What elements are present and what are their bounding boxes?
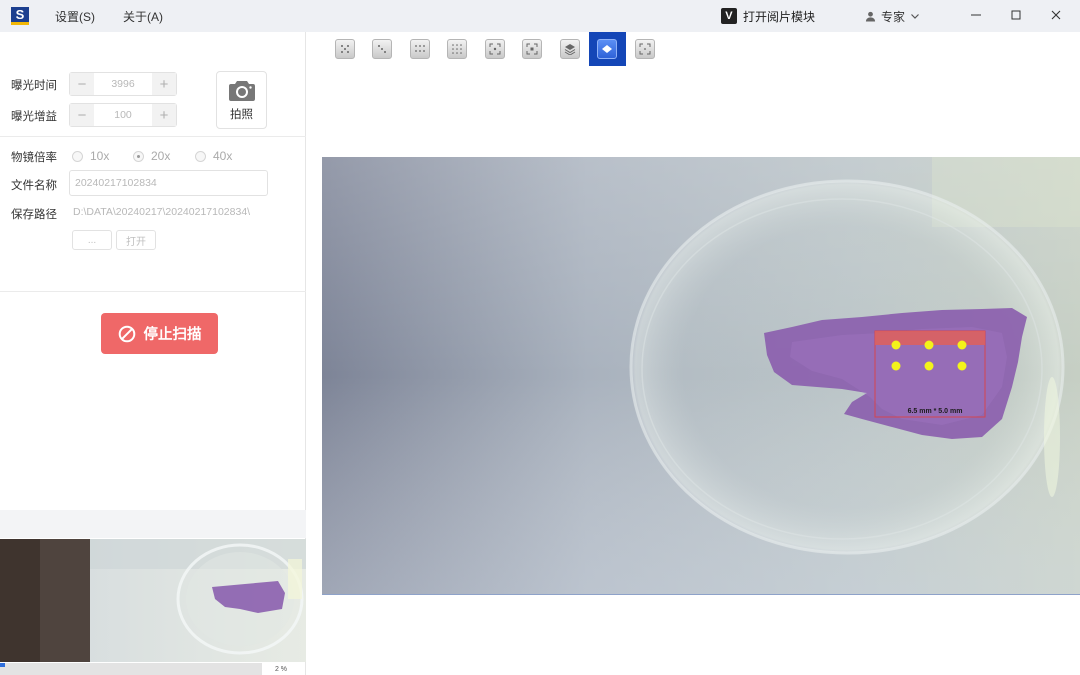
radio-indicator-selected[interactable] bbox=[133, 150, 144, 162]
scan-2x2-icon bbox=[372, 39, 393, 59]
exposure-time-label: 曝光时间 bbox=[11, 80, 57, 92]
exposure-time-increment[interactable]: + bbox=[152, 73, 176, 95]
objective-option-label: 40x bbox=[213, 149, 233, 163]
open-reader-button[interactable]: V 打开阅片模块 bbox=[720, 8, 815, 25]
center-focus-icon bbox=[634, 39, 655, 59]
focus-point bbox=[924, 340, 934, 350]
focus-point bbox=[924, 361, 934, 371]
scan-progress-text: 2 % bbox=[274, 665, 288, 673]
layers-icon bbox=[559, 39, 580, 59]
close-icon bbox=[1051, 10, 1061, 20]
tool-scan-grid[interactable] bbox=[439, 32, 477, 66]
focus-point bbox=[957, 361, 967, 371]
section-divider bbox=[0, 136, 306, 137]
scan-grid-icon bbox=[447, 39, 468, 59]
open-folder-button[interactable]: 打开 bbox=[116, 230, 156, 250]
single-layer-icon bbox=[597, 39, 618, 59]
stop-icon bbox=[118, 325, 135, 342]
filename-input[interactable]: 20240217102834 bbox=[69, 170, 268, 196]
minimize-button[interactable] bbox=[956, 9, 996, 23]
slide-preview[interactable]: 6.5 mm * 5.0 mm bbox=[322, 157, 1080, 595]
slide-overview bbox=[0, 539, 306, 662]
section-divider bbox=[0, 291, 306, 292]
save-path-value: D:\DATA\20240217\20240217102834\ bbox=[73, 206, 251, 218]
tool-focus-frame[interactable] bbox=[514, 32, 552, 66]
take-photo-button[interactable]: 拍照 bbox=[216, 71, 267, 129]
tool-center-focus[interactable] bbox=[626, 32, 664, 66]
maximize-button[interactable] bbox=[996, 9, 1036, 23]
focus-point bbox=[891, 361, 901, 371]
tool-single-layer[interactable] bbox=[588, 32, 626, 66]
close-button[interactable] bbox=[1036, 9, 1076, 23]
title-bar: S 设置(S) 关于(A) V 打开阅片模块 专家 bbox=[0, 0, 1080, 32]
menu-settings[interactable]: 设置(S) bbox=[55, 8, 95, 25]
scan-progress-fill bbox=[0, 663, 6, 667]
focus-point bbox=[891, 340, 901, 350]
app-logo-icon: S bbox=[11, 7, 29, 25]
save-path-label: 保存路径 bbox=[11, 209, 57, 221]
scan-4x4-icon bbox=[334, 39, 355, 59]
tool-scan-4x4[interactable] bbox=[326, 32, 364, 66]
scan-region-size-label: 6.5 mm * 5.0 mm bbox=[908, 408, 963, 415]
user-menu[interactable]: 专家 bbox=[865, 8, 920, 25]
maximize-icon bbox=[1011, 10, 1021, 20]
open-reader-label: 打开阅片模块 bbox=[742, 9, 815, 24]
objective-option-40x[interactable]: 40x bbox=[195, 149, 232, 163]
focus-frame-icon bbox=[522, 39, 543, 59]
objective-option-label: 20x bbox=[151, 149, 171, 163]
tool-focus-point[interactable] bbox=[476, 32, 514, 66]
radio-indicator[interactable] bbox=[195, 150, 206, 162]
view-toolbar bbox=[326, 32, 664, 66]
tool-scan-2x2[interactable] bbox=[364, 32, 402, 66]
objective-option-20x[interactable]: 20x bbox=[133, 149, 170, 163]
tool-scan-3x3[interactable] bbox=[401, 32, 439, 66]
slide-image: 6.5 mm * 5.0 mm bbox=[322, 157, 1080, 594]
chevron-down-icon bbox=[911, 14, 919, 19]
take-photo-label: 拍照 bbox=[230, 108, 253, 121]
reader-logo-icon: V bbox=[720, 8, 737, 24]
objective-option-10x[interactable]: 10x bbox=[72, 149, 109, 163]
scan-progress-bar bbox=[0, 663, 262, 675]
control-panel: 曝光时间 − 3996 + 曝光增益 − 100 + 拍照 物镜倍率 10x 2… bbox=[0, 32, 306, 675]
filename-label: 文件名称 bbox=[11, 180, 57, 192]
exposure-gain-increment[interactable]: + bbox=[152, 104, 176, 126]
objective-label: 物镜倍率 bbox=[11, 152, 57, 164]
exposure-gain-stepper[interactable]: − 100 + bbox=[69, 103, 177, 127]
user-icon bbox=[865, 11, 876, 22]
objective-option-label: 10x bbox=[90, 149, 110, 163]
user-name: 专家 bbox=[880, 9, 905, 24]
stop-scan-button[interactable]: 停止扫描 bbox=[101, 313, 218, 354]
exposure-time-value[interactable]: 3996 bbox=[94, 78, 152, 90]
tool-layers[interactable] bbox=[551, 32, 589, 66]
overview-image[interactable] bbox=[0, 539, 306, 662]
exposure-gain-value[interactable]: 100 bbox=[94, 109, 152, 121]
exposure-time-decrement[interactable]: − bbox=[70, 73, 94, 95]
menu-about[interactable]: 关于(A) bbox=[123, 8, 163, 25]
camera-icon bbox=[228, 80, 255, 101]
stop-scan-label: 停止扫描 bbox=[143, 327, 202, 343]
focus-point-icon bbox=[484, 39, 505, 59]
browse-button[interactable]: ... bbox=[72, 230, 112, 250]
scan-3x3-icon bbox=[409, 39, 430, 59]
radio-indicator[interactable] bbox=[72, 150, 83, 162]
minimize-icon bbox=[971, 14, 981, 16]
exposure-gain-decrement[interactable]: − bbox=[70, 104, 94, 126]
exposure-gain-label: 曝光增益 bbox=[11, 111, 57, 123]
focus-point bbox=[957, 340, 967, 350]
exposure-time-stepper[interactable]: − 3996 + bbox=[69, 72, 177, 96]
